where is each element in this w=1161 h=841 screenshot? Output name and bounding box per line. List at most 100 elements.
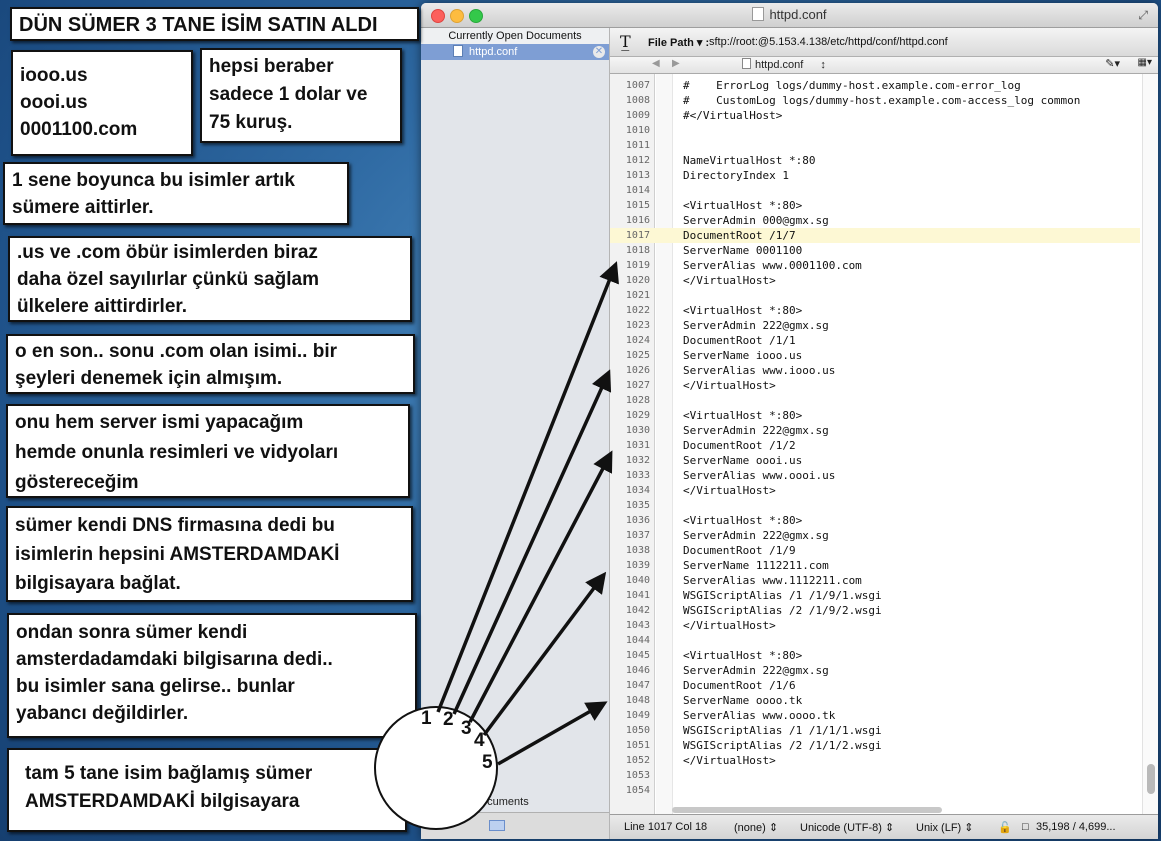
code-line[interactable]: 1028 bbox=[610, 393, 1140, 408]
code-line[interactable]: 1024 DocumentRoot /1/1 bbox=[610, 333, 1140, 348]
code-line[interactable]: 1041 WSGIScriptAlias /1 /1/9/1.wsgi bbox=[610, 588, 1140, 603]
code-line[interactable]: 1012 NameVirtualHost *:80 bbox=[610, 153, 1140, 168]
code-line[interactable]: 1011 bbox=[610, 138, 1140, 153]
language-popup[interactable]: (none) ⇕ bbox=[734, 821, 778, 834]
code-line[interactable]: 1037 ServerAdmin 222@gmx.sg bbox=[610, 528, 1140, 543]
code-line[interactable]: 1052 </VirtualHost> bbox=[610, 753, 1140, 768]
code-text: </VirtualHost> bbox=[683, 379, 776, 392]
code-line[interactable]: 1014 bbox=[610, 183, 1140, 198]
code-line[interactable]: 1045 <VirtualHost *:80> bbox=[610, 648, 1140, 663]
code-line[interactable]: 1032 ServerName oooi.us bbox=[610, 453, 1140, 468]
code-text: ServerName oooo.tk bbox=[683, 694, 803, 707]
code-line[interactable]: 1035 bbox=[610, 498, 1140, 513]
line-number: 1020 bbox=[625, 275, 650, 286]
code-line[interactable]: 1048 ServerName oooo.tk bbox=[610, 693, 1140, 708]
encoding-popup[interactable]: Unicode (UTF-8) ⇕ bbox=[800, 821, 894, 834]
document-menu-icon[interactable]: ▦▾ bbox=[1138, 57, 1152, 68]
code-text: ServerAlias www.oooi.us bbox=[683, 469, 836, 482]
code-line[interactable]: 1009 #</VirtualHost> bbox=[610, 108, 1140, 123]
fullscreen-icon[interactable]: ⤢ bbox=[1138, 8, 1148, 23]
code-text: <VirtualHost *:80> bbox=[683, 409, 803, 422]
code-line[interactable]: 1025 ServerName iooo.us bbox=[610, 348, 1140, 363]
code-line[interactable]: 1054 bbox=[610, 783, 1140, 798]
line-number: 1022 bbox=[625, 305, 650, 316]
code-text: ServerAlias www.1112211.com bbox=[683, 574, 862, 587]
code-text: WSGIScriptAlias /1 /1/9/1.wsgi bbox=[683, 589, 882, 602]
code-line[interactable]: 1043 </VirtualHost> bbox=[610, 618, 1140, 633]
code-line[interactable]: 1036 <VirtualHost *:80> bbox=[610, 513, 1140, 528]
code-text: <VirtualHost *:80> bbox=[683, 649, 803, 662]
text-tool-icon[interactable]: T̲ bbox=[620, 32, 631, 51]
code-line[interactable]: 1021 bbox=[610, 288, 1140, 303]
code-line[interactable]: 1010 bbox=[610, 123, 1140, 138]
line-number: 1026 bbox=[625, 365, 650, 376]
encoding-label: Unicode (UTF-8) bbox=[800, 822, 882, 834]
cursor-position[interactable]: Line 1017 Col 18 bbox=[624, 821, 707, 833]
code-line[interactable]: 1042 WSGIScriptAlias /2 /1/9/2.wsgi bbox=[610, 603, 1140, 618]
code-line[interactable]: 1026 ServerAlias www.iooo.us bbox=[610, 363, 1140, 378]
code-line[interactable]: 1017 DocumentRoot /1/7 bbox=[610, 228, 1140, 243]
code-line[interactable]: 1007 # ErrorLog logs/dummy-host.example.c… bbox=[610, 78, 1140, 93]
code-line[interactable]: 1030 ServerAdmin 222@gmx.sg bbox=[610, 423, 1140, 438]
code-line[interactable]: 1034 </VirtualHost> bbox=[610, 483, 1140, 498]
code-line[interactable]: 1019 ServerAlias www.0001100.com bbox=[610, 258, 1140, 273]
code-line[interactable]: 1044 bbox=[610, 633, 1140, 648]
status-bar: Line 1017 Col 18 (none) ⇕ Unicode (UTF-8… bbox=[610, 814, 1158, 839]
note-amsterdam: ondan sonra sümer kendi amsterdadamdaki … bbox=[7, 613, 417, 738]
code-text: NameVirtualHost *:80 bbox=[683, 154, 816, 167]
lock-icon[interactable]: 🔓 bbox=[998, 821, 1012, 834]
code-text: ServerAlias www.oooo.tk bbox=[683, 709, 836, 722]
code-text: </VirtualHost> bbox=[683, 274, 776, 287]
note-one-year: 1 sene boyunca bu isimler artık sümere a… bbox=[3, 162, 349, 225]
line-number: 1009 bbox=[625, 110, 650, 121]
line-number: 1014 bbox=[625, 185, 650, 196]
line-number: 1047 bbox=[625, 680, 650, 691]
pencil-icon[interactable]: ✎▾ bbox=[1105, 57, 1120, 70]
line-number: 1030 bbox=[625, 425, 650, 436]
sidebar-toggle-icon[interactable] bbox=[489, 820, 505, 831]
line-number: 1039 bbox=[625, 560, 650, 571]
file-path-label[interactable]: File Path ▾ : bbox=[648, 36, 709, 49]
code-editor[interactable]: 1007 # ErrorLog logs/dummy-host.example.c… bbox=[610, 74, 1158, 814]
code-line[interactable]: 1016 ServerAdmin 000@gmx.sg bbox=[610, 213, 1140, 228]
line-number: 1038 bbox=[625, 545, 650, 556]
line-endings-popup[interactable]: Unix (LF) ⇕ bbox=[916, 821, 974, 834]
code-text: DocumentRoot /1/2 bbox=[683, 439, 796, 452]
code-line[interactable]: 1049 ServerAlias www.oooo.tk bbox=[610, 708, 1140, 723]
code-line[interactable]: 1013 DirectoryIndex 1 bbox=[610, 168, 1140, 183]
vertical-scrollbar-track[interactable] bbox=[1142, 74, 1158, 814]
close-document-icon[interactable]: ✕ bbox=[593, 46, 605, 58]
code-line[interactable]: 1029 <VirtualHost *:80> bbox=[610, 408, 1140, 423]
code-line[interactable]: 1053 bbox=[610, 768, 1140, 783]
vertical-scrollbar[interactable] bbox=[1147, 764, 1155, 794]
code-text: ServerName iooo.us bbox=[683, 349, 803, 362]
code-line[interactable]: 1018 ServerName 0001100 bbox=[610, 243, 1140, 258]
note-server-name: onu hem server ismi yapacağım hemde onun… bbox=[6, 404, 410, 498]
dial-number-1: 1 bbox=[421, 708, 432, 729]
code-line[interactable]: 1050 WSGIScriptAlias /1 /1/1/1.wsgi bbox=[610, 723, 1140, 738]
code-line[interactable]: 1033 ServerAlias www.oooi.us bbox=[610, 468, 1140, 483]
code-line[interactable]: 1039 ServerName 1112211.com bbox=[610, 558, 1140, 573]
code-line[interactable]: 1023 ServerAdmin 222@gmx.sg bbox=[610, 318, 1140, 333]
note-title: DÜN SÜMER 3 TANE İSİM SATIN ALDI bbox=[10, 7, 419, 41]
code-line[interactable]: 1038 DocumentRoot /1/9 bbox=[610, 543, 1140, 558]
code-line[interactable]: 1008 # CustomLog logs/dummy-host.example.… bbox=[610, 93, 1140, 108]
code-text: ServerAdmin 222@gmx.sg bbox=[683, 664, 829, 677]
sidebar-item-httpd-conf[interactable]: httpd.conf ✕ bbox=[421, 44, 609, 60]
code-line[interactable]: 1020 </VirtualHost> bbox=[610, 273, 1140, 288]
note-com-domain: o en son.. sonu .com olan isimi.. bir şe… bbox=[6, 334, 415, 394]
code-line[interactable]: 1040 ServerAlias www.1112211.com bbox=[610, 573, 1140, 588]
horizontal-scrollbar[interactable] bbox=[672, 807, 942, 813]
back-arrow-icon[interactable]: ◀ bbox=[652, 58, 660, 69]
code-line[interactable]: 1022 <VirtualHost *:80> bbox=[610, 303, 1140, 318]
code-line[interactable]: 1031 DocumentRoot /1/2 bbox=[610, 438, 1140, 453]
code-line[interactable]: 1051 WSGIScriptAlias /2 /1/1/2.wsgi bbox=[610, 738, 1140, 753]
code-line[interactable]: 1027 </VirtualHost> bbox=[610, 378, 1140, 393]
code-line[interactable]: 1046 ServerAdmin 222@gmx.sg bbox=[610, 663, 1140, 678]
code-line[interactable]: 1015 <VirtualHost *:80> bbox=[610, 198, 1140, 213]
line-number: 1027 bbox=[625, 380, 650, 391]
forward-arrow-icon[interactable]: ▶ bbox=[672, 58, 680, 69]
document-popup[interactable]: httpd.conf ↕ bbox=[742, 58, 826, 71]
code-line[interactable]: 1047 DocumentRoot /1/6 bbox=[610, 678, 1140, 693]
line-number: 1013 bbox=[625, 170, 650, 181]
